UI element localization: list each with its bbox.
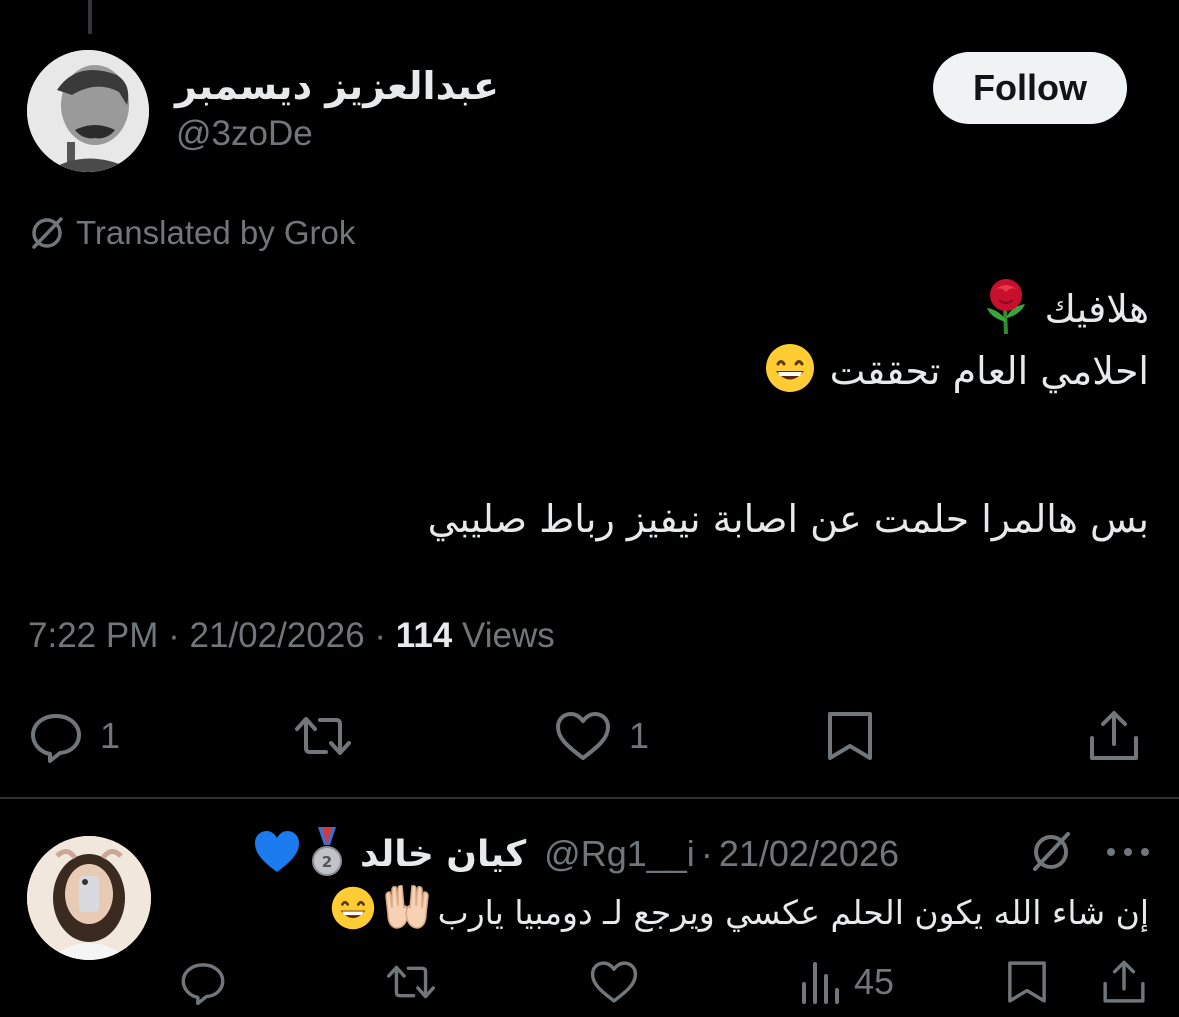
heart-icon [553, 708, 613, 764]
retweet-action[interactable] [292, 708, 370, 764]
thread-connector-line [88, 0, 92, 34]
follow-button[interactable]: Follow [933, 52, 1127, 124]
tweet-time[interactable]: 7:22 PM [28, 616, 158, 655]
grinning-face-emoji [764, 342, 816, 400]
analytics-icon [800, 958, 842, 1006]
reply-reply-action[interactable] [178, 958, 228, 1006]
reply-icon [178, 958, 228, 1006]
reply-count: 1 [100, 715, 121, 756]
more-options-icon[interactable] [1105, 845, 1151, 864]
reply-icon [28, 708, 84, 764]
reply-bookmark-action[interactable] [1004, 958, 1050, 1006]
silver-medal-emoji: 2 [310, 825, 344, 884]
views-count: 45 [854, 961, 895, 1002]
bookmark-action[interactable] [824, 708, 876, 764]
grinning-face-emoji [330, 885, 376, 939]
reply-action[interactable]: 1 [28, 708, 120, 764]
grok-icon[interactable] [1029, 830, 1073, 879]
tweet-spacer [249, 402, 1149, 488]
views-label: Views [461, 616, 555, 655]
like-count: 1 [629, 715, 650, 756]
grok-icon [28, 214, 66, 252]
retweet-icon [384, 958, 438, 1006]
share-icon [1100, 958, 1148, 1006]
reply-header: 2 كيان خالد @Rg1__i · 21/02/2026 [252, 826, 1151, 882]
author-avatar[interactable] [27, 50, 149, 172]
reply-author-name[interactable]: كيان خالد [360, 834, 526, 875]
reply-retweet-action[interactable] [384, 958, 438, 1006]
retweet-icon [292, 708, 354, 764]
share-action[interactable] [1086, 708, 1142, 764]
heart-icon [588, 958, 640, 1006]
reply-text: إن شاء الله يكون الحلم عكسي ويرجع لـ دوم… [209, 884, 1149, 940]
tweet-meta: 7:22 PM · 21/02/2026 · 114 Views [28, 616, 555, 656]
reply-author-avatar[interactable] [27, 836, 151, 960]
share-icon [1086, 708, 1142, 764]
reply-date[interactable]: 21/02/2026 [719, 833, 899, 875]
like-action[interactable]: 1 [553, 708, 649, 764]
author-name[interactable]: عبدالعزيز ديسمبر [175, 64, 499, 108]
divider [0, 797, 1179, 799]
reply-views-action[interactable]: 45 [800, 958, 894, 1006]
tweet-date[interactable]: 21/02/2026 [189, 616, 364, 655]
reply-share-action[interactable] [1100, 958, 1148, 1006]
raising-hands-emoji [382, 884, 432, 940]
reply-like-action[interactable] [588, 958, 640, 1006]
meta-dot: · [700, 833, 713, 874]
rose-emoji [981, 278, 1031, 340]
author-handle[interactable]: @3zoDe [176, 114, 313, 154]
translated-by-grok[interactable]: Translated by Grok [28, 214, 355, 252]
svg-text:2: 2 [322, 853, 332, 871]
tweet-line: احلامي العام تحققت [249, 340, 1149, 402]
blue-heart-emoji [252, 828, 302, 881]
tweet-line: بس هالمرا حلمت عن اصابة نيفيز رباط صليبي [427, 497, 1149, 541]
views-count: 114 [395, 616, 453, 655]
tweet-line: هلافيك [249, 278, 1149, 340]
tweet-text: هلافيك احلامي العام تحققت بس هالمرا حلمت… [249, 278, 1149, 550]
meta-dot: · [168, 616, 190, 655]
meta-dot: · [374, 616, 396, 655]
bookmark-icon [824, 708, 876, 764]
bookmark-icon [1004, 958, 1050, 1006]
reply-author-handle[interactable]: @Rg1__i [544, 833, 695, 875]
translated-label: Translated by Grok [76, 214, 356, 251]
